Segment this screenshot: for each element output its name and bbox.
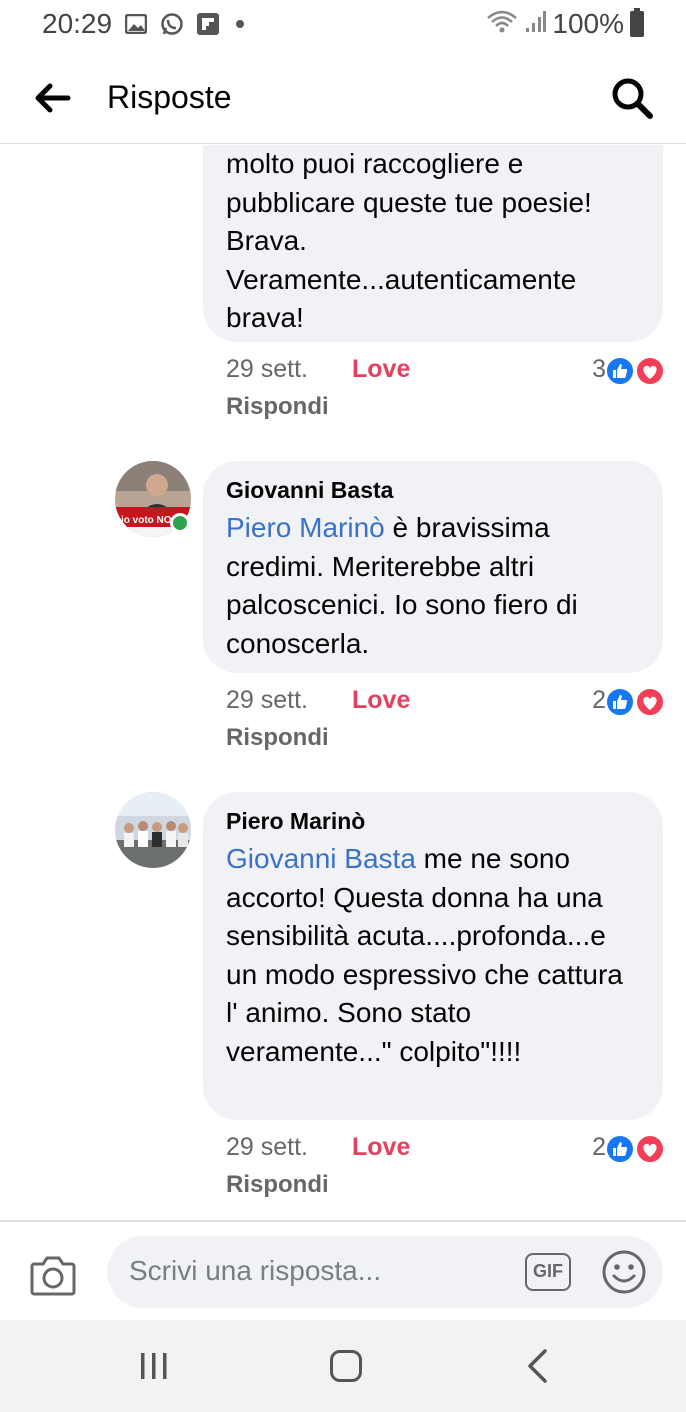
comment-author[interactable]: Piero Marinò <box>226 806 641 836</box>
gallery-icon <box>124 12 148 36</box>
comment-meta: 29 sett. Love 3 <box>226 355 666 391</box>
recent-apps-icon[interactable] <box>138 1350 170 1382</box>
replies-list: molto puoi raccogliere e pubblicare ques… <box>0 145 686 1220</box>
app-header: Risposte <box>0 52 686 144</box>
camera-icon[interactable] <box>30 1254 76 1296</box>
flipboard-icon <box>196 12 220 36</box>
comment-text: Piero Marinò è bravissima credimi. Merit… <box>226 509 641 663</box>
comment-bubble[interactable]: molto puoi raccogliere e pubblicare ques… <box>203 145 663 342</box>
signal-icon <box>524 10 547 39</box>
comment-body: me ne sono accorto! Questa donna ha una … <box>226 843 623 1067</box>
page-title: Risposte <box>107 79 232 115</box>
reply-link[interactable]: Rispondi <box>226 393 329 421</box>
love-reaction-link[interactable]: Love <box>352 1133 410 1162</box>
comment-bubble[interactable]: Piero Marinò Giovanni Basta me ne sono a… <box>203 792 663 1120</box>
comment-author[interactable]: Giovanni Basta <box>226 475 641 505</box>
reply-link[interactable]: Rispondi <box>226 724 329 752</box>
search-icon[interactable] <box>610 76 654 120</box>
whatsapp-icon <box>160 12 184 36</box>
more-notifications-dot <box>236 20 244 28</box>
comment-text: molto puoi raccogliere e pubblicare ques… <box>226 148 592 333</box>
reaction-icons[interactable] <box>604 686 666 718</box>
comment-meta: 29 sett. Love 2 <box>226 686 666 722</box>
system-nav-bar <box>0 1320 686 1412</box>
back-nav-icon[interactable] <box>523 1348 551 1384</box>
like-icon <box>605 1134 665 1164</box>
comment-date[interactable]: 29 sett. <box>226 355 308 384</box>
notification-icons <box>124 12 244 36</box>
reply-input-container: GIF <box>107 1236 663 1308</box>
emoji-icon[interactable] <box>601 1249 647 1295</box>
comment-date[interactable]: 29 sett. <box>226 1133 308 1162</box>
status-time: 20:29 <box>42 8 113 39</box>
comment-text: Giovanni Basta me ne sono accorto! Quest… <box>226 840 641 1071</box>
reply-link[interactable]: Rispondi <box>226 1171 329 1199</box>
comment-meta: 29 sett. Love 2 <box>226 1133 666 1169</box>
avatar[interactable] <box>115 792 191 868</box>
battery-percent: 100% <box>552 8 624 39</box>
home-icon[interactable] <box>330 1350 362 1382</box>
love-reaction-link[interactable]: Love <box>352 355 410 384</box>
comment-bubble[interactable]: Giovanni Basta Piero Marinò è bravissima… <box>203 461 663 673</box>
online-status-dot <box>170 513 190 533</box>
status-bar: 20:29 100% <box>0 0 686 52</box>
avatar-text: io voto NO <box>121 515 172 526</box>
reaction-icons[interactable] <box>604 1133 666 1165</box>
mention-link[interactable]: Giovanni Basta <box>226 843 416 874</box>
reply-input[interactable] <box>129 1255 509 1287</box>
arrow-left-icon[interactable] <box>30 78 74 118</box>
status-right: 100% <box>486 8 644 40</box>
like-icon <box>605 687 665 717</box>
love-reaction-link[interactable]: Love <box>352 686 410 715</box>
comment-date[interactable]: 29 sett. <box>226 686 308 715</box>
like-icon <box>605 356 665 386</box>
battery-icon <box>630 8 644 37</box>
reply-composer: GIF <box>0 1220 686 1320</box>
mention-link[interactable]: Piero Marinò <box>226 512 385 543</box>
reaction-icons[interactable] <box>604 355 666 387</box>
wifi-icon <box>486 10 518 39</box>
gif-button[interactable]: GIF <box>525 1253 571 1291</box>
